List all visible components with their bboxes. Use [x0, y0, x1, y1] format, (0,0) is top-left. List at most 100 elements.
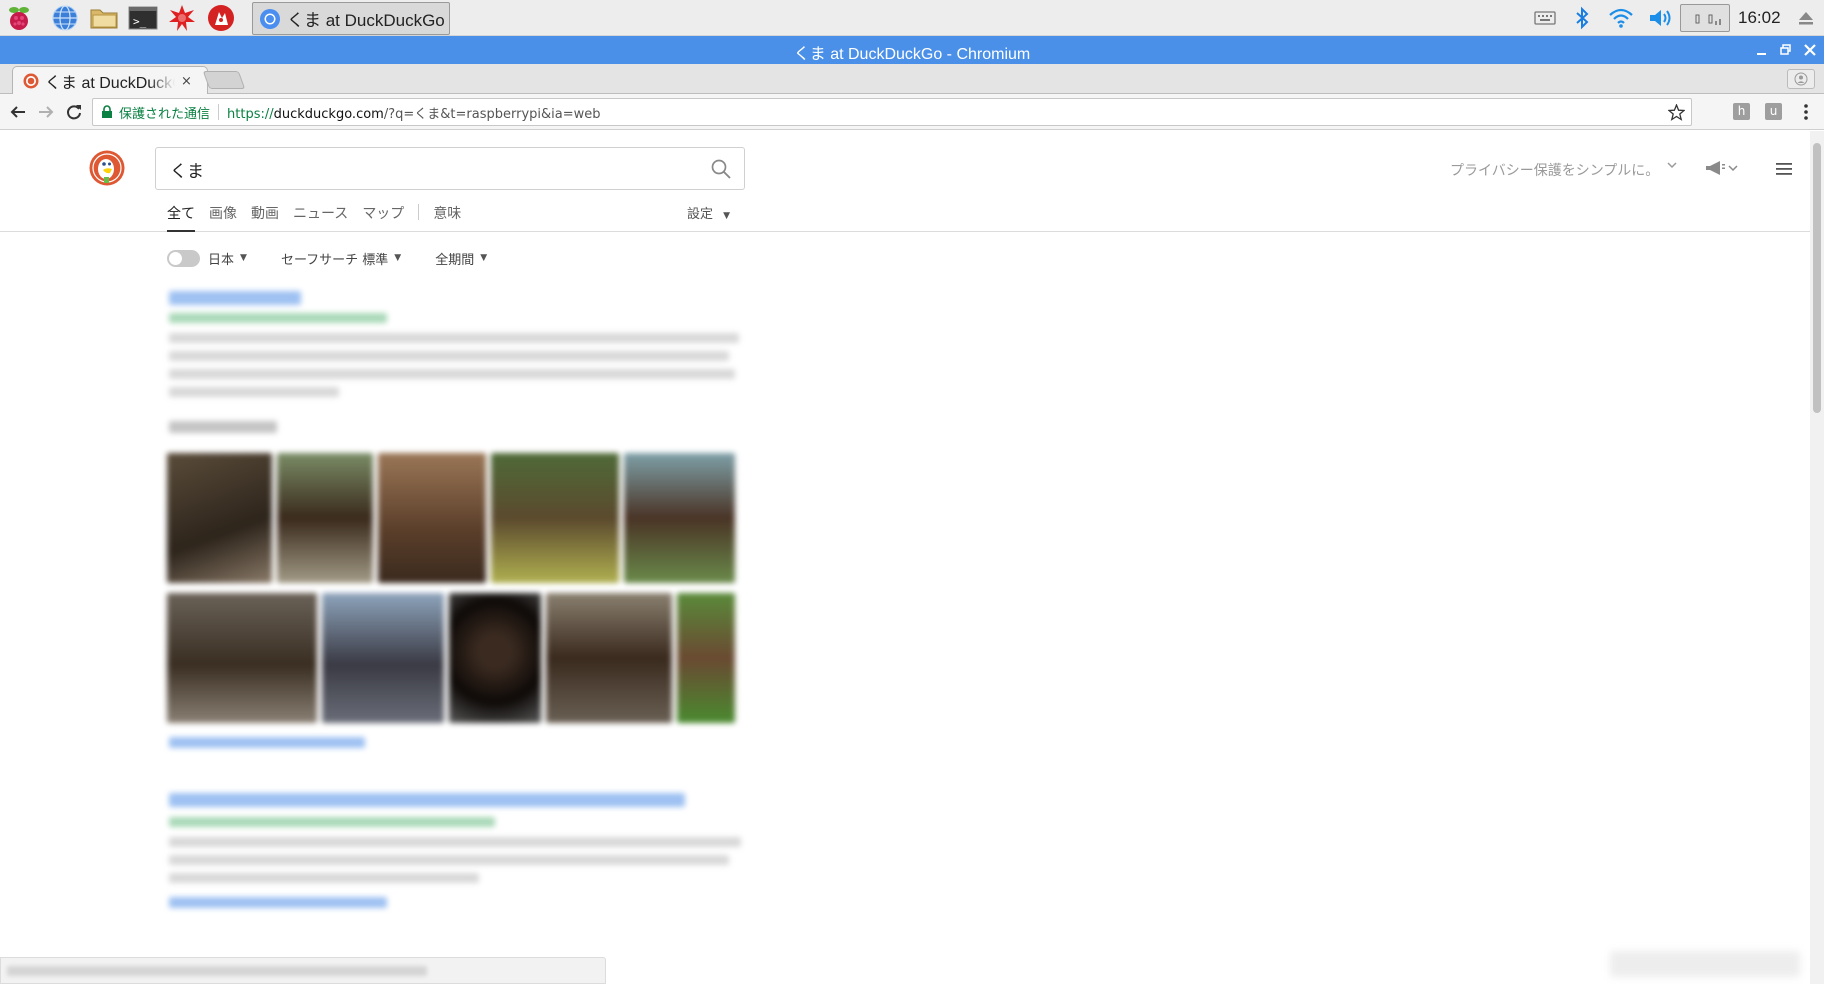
raspberry-menu-icon[interactable]: [4, 3, 34, 33]
bluetooth-icon[interactable]: [1570, 4, 1594, 32]
browser-toolbar: 保護された通信 https://duckduckgo.com/?q=くま&t=r…: [0, 94, 1824, 130]
url-text[interactable]: https://duckduckgo.com/?q=くま&t=raspberry…: [227, 103, 600, 122]
omnibox-separator: [218, 104, 220, 120]
result-snippet: [169, 837, 741, 847]
image-thumb[interactable]: [491, 453, 619, 583]
page-scrollbar[interactable]: [1810, 131, 1824, 984]
tab-all[interactable]: 全て: [167, 203, 195, 232]
forward-arrow-icon: [39, 106, 54, 118]
tab-maps[interactable]: マップ: [362, 203, 404, 230]
tab-meaning[interactable]: 意味: [433, 203, 461, 230]
result-snippet: [169, 387, 339, 397]
window-title: くま at DuckDuckGo - Chromium: [793, 46, 1031, 63]
wifi-icon[interactable]: [1606, 4, 1636, 32]
address-bar[interactable]: 保護された通信 https://duckduckgo.com/?q=くま&t=r…: [92, 98, 1692, 126]
chromium-icon: [260, 8, 280, 29]
bookmark-star-icon[interactable]: [1668, 104, 1685, 121]
secure-label: 保護された通信: [119, 106, 211, 122]
image-thumb[interactable]: [167, 593, 317, 723]
tab-close-button[interactable]: ×: [181, 74, 192, 89]
image-thumb[interactable]: [546, 593, 672, 723]
keyboard-icon[interactable]: [1532, 4, 1558, 32]
safe-search-filter[interactable]: セーフサーチ 標準: [281, 249, 388, 268]
volume-icon[interactable]: [1646, 4, 1676, 32]
clock[interactable]: 16:02: [1738, 8, 1781, 28]
lock-icon: [102, 105, 112, 118]
tab-images[interactable]: 画像: [209, 203, 237, 230]
back-arrow-icon: [10, 106, 25, 118]
privacy-tagline[interactable]: プライバシー保護をシンプルに。: [1450, 160, 1659, 180]
tab-videos[interactable]: 動画: [251, 203, 279, 230]
tagline-chevron-down-icon[interactable]: [1666, 159, 1678, 174]
scrollbar-thumb[interactable]: [1813, 143, 1821, 413]
chrome-menu-button[interactable]: [1794, 100, 1818, 124]
result-title[interactable]: [169, 291, 301, 305]
megaphone-icon[interactable]: [1704, 160, 1738, 176]
math-app-icon[interactable]: [167, 3, 197, 33]
minimize-button[interactable]: [1752, 40, 1772, 60]
back-button[interactable]: [6, 100, 30, 124]
screen: >_ くま at DuckDuckGo ... 16:02 くま at Duck…: [0, 0, 1824, 984]
result-snippet: [169, 351, 729, 361]
svg-text:>_: >_: [133, 15, 147, 28]
ddg-header: プライバシー保護をシンプルに。 全て 画像 動画 ニュース マップ 意味 設定 …: [0, 131, 1810, 232]
duckduckgo-favicon-icon: [23, 73, 39, 89]
kebab-menu-icon: [1804, 104, 1808, 120]
terminal-icon[interactable]: >_: [128, 3, 158, 33]
image-thumb[interactable]: [677, 593, 735, 723]
result-url: [169, 817, 495, 827]
eject-icon[interactable]: [1794, 4, 1818, 32]
profile-button[interactable]: [1787, 69, 1815, 89]
image-thumb[interactable]: [449, 593, 541, 723]
taskbar-chromium-task[interactable]: くま at DuckDuckGo ...: [252, 2, 450, 35]
result-snippet: [169, 855, 729, 865]
duckduckgo-logo-icon[interactable]: [89, 150, 125, 186]
wolfram-icon[interactable]: [206, 3, 236, 33]
image-thumb[interactable]: [322, 593, 444, 723]
profile-icon: [1794, 72, 1808, 86]
search-input[interactable]: [170, 157, 690, 181]
reload-icon: [67, 105, 81, 120]
image-thumb[interactable]: [624, 453, 735, 583]
new-tab-button[interactable]: [202, 71, 246, 89]
region-filter[interactable]: 日本: [208, 249, 234, 268]
extension-u-button[interactable]: u: [1765, 103, 1782, 120]
url-path: /?q=くま&t=raspberrypi&ia=web: [383, 106, 601, 122]
result-sublink[interactable]: [169, 897, 387, 908]
result-title[interactable]: [169, 793, 685, 807]
search-icon[interactable]: [710, 158, 732, 180]
extension-h-button[interactable]: h: [1733, 103, 1750, 120]
restore-button[interactable]: [1776, 40, 1796, 60]
reload-button[interactable]: [62, 100, 86, 124]
close-window-button[interactable]: [1800, 40, 1820, 60]
more-images-link[interactable]: [169, 737, 365, 748]
os-taskbar: >_ くま at DuckDuckGo ... 16:02: [0, 0, 1824, 36]
browser-tab-active[interactable]: くま at DuckDuckGo ×: [12, 66, 208, 95]
time-filter[interactable]: 全期間: [435, 249, 474, 268]
status-bubble: [0, 957, 606, 984]
tab-news[interactable]: ニュース: [293, 203, 348, 230]
images-heading: [169, 421, 277, 433]
url-scheme: https://: [227, 106, 274, 122]
image-thumb[interactable]: [378, 453, 486, 583]
web-browser-icon[interactable]: [50, 3, 80, 33]
result-snippet: [169, 333, 739, 343]
cpu-monitor-widget[interactable]: [1680, 4, 1730, 32]
settings-dropdown[interactable]: 設定 ▼: [687, 203, 730, 222]
hamburger-menu-icon[interactable]: [1776, 163, 1792, 175]
blurred-overlay: [1610, 951, 1800, 977]
tab-divider: [418, 204, 420, 220]
file-manager-icon[interactable]: [89, 3, 119, 33]
image-thumb[interactable]: [277, 453, 373, 583]
tab-title: くま at DuckDuckGo: [45, 75, 175, 92]
image-thumb[interactable]: [167, 453, 272, 583]
web-page: プライバシー保護をシンプルに。 全て 画像 動画 ニュース マップ 意味 設定 …: [0, 131, 1810, 984]
forward-button[interactable]: [34, 100, 58, 124]
search-results-blurred: [167, 291, 745, 984]
settings-caret-icon: ▼: [723, 211, 731, 221]
secure-indicator[interactable]: 保護された通信: [101, 103, 210, 122]
search-box: [155, 147, 745, 190]
tab-strip: くま at DuckDuckGo ×: [0, 64, 1824, 95]
time-caret-icon: ▼: [480, 253, 488, 263]
region-toggle[interactable]: [167, 249, 200, 267]
